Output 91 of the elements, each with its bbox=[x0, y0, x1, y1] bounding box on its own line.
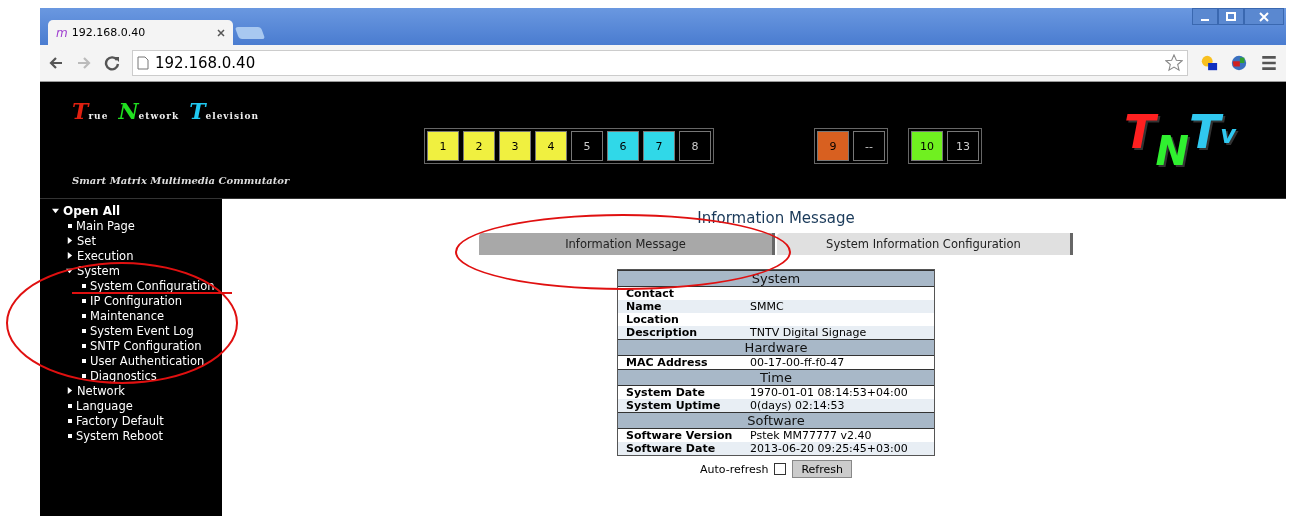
minimize-button[interactable] bbox=[1192, 8, 1218, 25]
caret-right-icon[interactable] bbox=[66, 387, 73, 394]
field-label: System Date bbox=[626, 386, 706, 399]
caret-right-icon[interactable] bbox=[66, 237, 73, 244]
field-label: Location bbox=[626, 313, 680, 326]
maximize-icon bbox=[1226, 11, 1236, 22]
menu-item[interactable]: Factory Default bbox=[76, 414, 164, 427]
port-button[interactable]: 4 bbox=[535, 131, 567, 161]
bullet-icon bbox=[68, 418, 72, 423]
reload-icon[interactable] bbox=[104, 55, 120, 71]
brand-word: Network bbox=[118, 98, 180, 124]
menu-item[interactable]: Execution bbox=[77, 249, 134, 262]
port-button[interactable]: 9 bbox=[817, 131, 849, 161]
field-label: Name bbox=[626, 300, 663, 313]
port-button[interactable]: 8 bbox=[679, 131, 711, 161]
menu-item[interactable]: System bbox=[77, 264, 120, 277]
field-value: 00-17-00-ff-f0-47 bbox=[750, 356, 845, 369]
menu-item[interactable]: Language bbox=[76, 399, 133, 412]
port-button[interactable]: 7 bbox=[643, 131, 675, 161]
bullet-icon bbox=[82, 313, 86, 318]
field-label: System Uptime bbox=[626, 399, 722, 412]
bullet-icon bbox=[82, 298, 86, 303]
menu-item[interactable]: Network bbox=[77, 384, 126, 397]
tab[interactable]: Information Message bbox=[479, 233, 775, 255]
tagline: Smart Matrix Multimedia Commutator bbox=[72, 175, 291, 186]
bullet-icon bbox=[82, 283, 86, 288]
star-icon[interactable] bbox=[1165, 54, 1183, 72]
tab[interactable]: System Information Configuration bbox=[777, 233, 1073, 255]
section-header: Software bbox=[618, 412, 934, 429]
bullet-icon bbox=[68, 403, 72, 408]
bullet-icon bbox=[82, 373, 86, 378]
maximize-button[interactable] bbox=[1218, 8, 1244, 25]
port-button[interactable]: 3 bbox=[499, 131, 531, 161]
menu-item[interactable]: IP Configuration bbox=[90, 294, 182, 307]
globe-extension-icon[interactable] bbox=[1230, 54, 1248, 72]
close-icon bbox=[1259, 11, 1269, 22]
menu-icon[interactable] bbox=[1260, 54, 1278, 72]
bullet-icon bbox=[68, 433, 72, 438]
tab-title: 192.168.0.40 bbox=[71, 26, 147, 39]
back-icon[interactable] bbox=[48, 55, 64, 71]
brand-word: True bbox=[72, 98, 109, 124]
field-label: Description bbox=[626, 326, 699, 339]
port-button[interactable]: 1 bbox=[427, 131, 459, 161]
field-value: SMMC bbox=[750, 300, 784, 313]
menu-item[interactable]: Diagnostics bbox=[90, 369, 157, 382]
minimize-icon bbox=[1201, 18, 1209, 21]
page-title: Information Message bbox=[697, 209, 855, 227]
field-label: Software Date bbox=[626, 442, 717, 455]
port-button[interactable]: 2 bbox=[463, 131, 495, 161]
field-label: MAC Address bbox=[626, 356, 709, 369]
field-value: 0(days) 02:14:53 bbox=[750, 399, 845, 412]
bullet-icon bbox=[82, 358, 86, 363]
menu-item[interactable]: System Reboot bbox=[76, 429, 163, 442]
browser-tab[interactable]: m 192.168.0.40 bbox=[48, 20, 233, 45]
close-button[interactable] bbox=[1244, 8, 1284, 25]
field-value: 1970-01-01 08:14:53+04:00 bbox=[750, 386, 908, 399]
port-button[interactable]: 13 bbox=[947, 131, 979, 161]
site-icon: m bbox=[56, 25, 68, 40]
port-button[interactable]: -- bbox=[853, 131, 885, 161]
bullet-icon bbox=[82, 343, 86, 348]
menu-item[interactable]: User Authentication bbox=[90, 354, 205, 367]
menu-item[interactable]: System Configuration bbox=[90, 279, 215, 292]
field-value: TNTV Digital Signage bbox=[750, 326, 867, 339]
refresh-button[interactable]: Refresh bbox=[792, 460, 852, 478]
menu-item[interactable]: Open All bbox=[63, 204, 121, 217]
weather-extension-icon[interactable] bbox=[1200, 54, 1218, 72]
menu-item[interactable]: SNTP Configuration bbox=[90, 339, 202, 352]
port-button[interactable]: 10 bbox=[911, 131, 943, 161]
caret-down-icon[interactable] bbox=[52, 207, 59, 214]
section-header: Hardware bbox=[618, 339, 934, 356]
menu-item[interactable]: Main Page bbox=[76, 219, 135, 232]
caret-right-icon[interactable] bbox=[66, 252, 73, 259]
menu-item[interactable]: Maintenance bbox=[90, 309, 165, 322]
field-value: Pstek MM77777 v2.40 bbox=[750, 429, 872, 442]
page-icon bbox=[137, 56, 149, 70]
section-header: Time bbox=[618, 369, 934, 386]
menu-item[interactable]: Set bbox=[77, 234, 96, 247]
section-header: System bbox=[618, 270, 934, 287]
field-value: 2013-06-20 09:25:45+03:00 bbox=[750, 442, 908, 455]
bullet-icon bbox=[68, 223, 72, 228]
field-label: Software Version bbox=[626, 429, 734, 442]
menu-item[interactable]: System Event Log bbox=[90, 324, 194, 337]
close-icon[interactable] bbox=[217, 28, 225, 37]
brand-word: Television bbox=[189, 98, 260, 124]
auto-refresh-label: Auto-refresh bbox=[700, 462, 769, 476]
checkbox[interactable] bbox=[774, 463, 787, 475]
port-button[interactable]: 5 bbox=[571, 131, 603, 161]
port-button[interactable]: 6 bbox=[607, 131, 639, 161]
field-label: Contact bbox=[626, 287, 675, 300]
address-bar[interactable]: 192.168.0.40 bbox=[132, 50, 1188, 76]
bullet-icon bbox=[82, 328, 86, 333]
